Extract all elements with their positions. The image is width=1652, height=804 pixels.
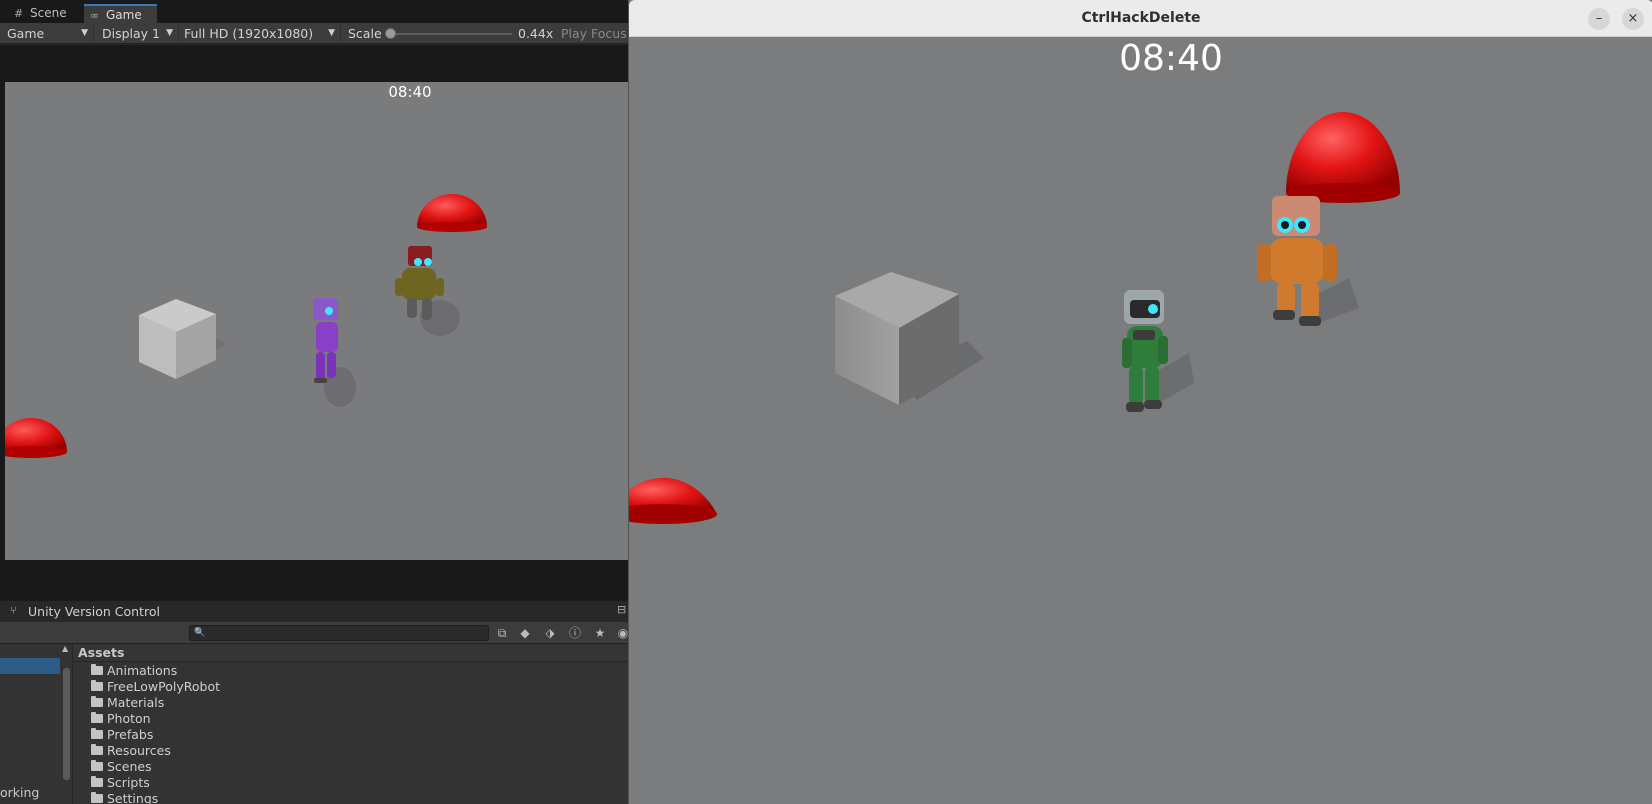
assets-title: Assets — [78, 645, 125, 660]
list-item[interactable]: Resources — [91, 743, 171, 759]
display-dropdown[interactable]: Display 1 ▼ — [99, 25, 179, 42]
tab-game[interactable]: ∞ Game — [84, 4, 157, 23]
tree-scrollbar[interactable] — [63, 668, 70, 780]
red-dome — [417, 194, 487, 232]
unity-editor: # Scene ∞ Game Game ▼ Display 1 ▼ Full HD … — [0, 0, 628, 804]
caret-down-icon: ▼ — [166, 28, 173, 38]
window-titlebar[interactable]: CtrlHackDelete – × — [629, 0, 1652, 37]
minimize-icon: – — [1595, 11, 1603, 26]
red-dome — [5, 418, 67, 458]
scale-slider-thumb[interactable] — [385, 28, 396, 39]
crate-box — [835, 272, 984, 405]
folder-label: Animations — [107, 663, 178, 678]
display-value: Display 1 — [102, 26, 161, 41]
robot-olive — [395, 246, 460, 336]
folder-icon — [91, 664, 103, 675]
scale-label: Scale — [348, 26, 382, 41]
resolution-dropdown[interactable]: Full HD (1920x1080) ▼ — [181, 25, 341, 42]
minimize-button[interactable]: – — [1588, 8, 1610, 30]
project-tree: ▲ orking — [0, 644, 72, 804]
game-mode-value: Game — [7, 26, 45, 41]
assets-header: Assets — [73, 644, 628, 662]
folder-label: Scripts — [107, 775, 150, 790]
game-viewport[interactable]: 08:40 — [629, 38, 1652, 804]
project-toolbar: 🔍 ⧉ ◆ ⬗ ⓘ ★ ◉ — [0, 622, 628, 644]
game-window: CtrlHackDelete – × 08:40 — [628, 0, 1652, 804]
robot-purple — [313, 298, 356, 407]
folder-label: FreeLowPolyRobot — [107, 679, 221, 694]
tab-scene-label: Scene — [30, 6, 67, 20]
close-icon: × — [1627, 11, 1639, 26]
crate-box — [139, 299, 225, 379]
create-icon[interactable]: ⧉ — [493, 625, 511, 641]
folder-label: Scenes — [107, 759, 152, 774]
scene-render — [629, 112, 1400, 524]
resolution-value: Full HD (1920x1080) — [184, 26, 314, 41]
scroll-up-icon[interactable]: ▲ — [62, 644, 68, 653]
list-item[interactable]: Materials — [91, 695, 164, 711]
scale-slider-track[interactable] — [390, 33, 512, 35]
scale-value: 0.44x — [518, 26, 554, 41]
robot-orange — [1257, 196, 1359, 326]
scene-render — [5, 194, 487, 458]
editor-tab-bar: # Scene ∞ Game — [0, 0, 628, 23]
folder-label: Photon — [107, 711, 151, 726]
caret-down-icon: ▼ — [328, 28, 335, 38]
branch-icon: ⑂ — [10, 604, 17, 617]
search-icon: 🔍 — [194, 628, 206, 638]
panel-menu-icon[interactable]: ⊟ — [617, 603, 626, 616]
game-view-toolbar: Game ▼ Display 1 ▼ Full HD (1920x1080) ▼… — [0, 23, 628, 44]
game-mode-dropdown[interactable]: Game ▼ — [4, 25, 94, 42]
asset-folder-list: Animations FreeLowPolyRobot Materials Ph… — [73, 662, 628, 804]
grid-icon: # — [14, 7, 24, 20]
log-icon[interactable]: ⓘ — [566, 625, 584, 641]
folder-label: Settings — [107, 791, 159, 804]
caret-down-icon: ▼ — [81, 28, 88, 38]
visibility-icon[interactable]: ◉ — [614, 625, 628, 641]
tab-scene[interactable]: # Scene — [8, 4, 84, 23]
list-item[interactable]: Prefabs — [91, 727, 153, 743]
tab-game-label: Game — [106, 8, 142, 22]
list-item[interactable]: Scripts — [91, 775, 150, 791]
tree-selected-item[interactable] — [0, 658, 60, 674]
list-item[interactable]: Settings — [91, 791, 158, 804]
filter-type-icon[interactable]: ◆ — [516, 625, 534, 641]
list-item[interactable]: Animations — [91, 663, 177, 679]
folder-label: Resources — [107, 743, 171, 758]
search-input[interactable]: 🔍 — [189, 625, 489, 641]
folder-label: Prefabs — [107, 727, 154, 742]
version-control-header: ⑂ Unity Version Control ⊟ — [0, 600, 628, 622]
red-dome — [629, 477, 717, 524]
label-icon[interactable]: ⬗ — [541, 625, 559, 641]
folder-icon — [91, 792, 103, 803]
tree-status-text: orking — [0, 785, 40, 800]
window-title: CtrlHackDelete — [1081, 10, 1201, 26]
folder-icon — [91, 696, 103, 707]
folder-icon — [91, 680, 103, 691]
robot-green — [1122, 290, 1194, 412]
folder-icon — [91, 776, 103, 787]
version-control-title[interactable]: Unity Version Control — [28, 604, 160, 619]
list-item[interactable]: Photon — [91, 711, 151, 727]
red-dome — [1286, 112, 1400, 203]
favorite-star-icon[interactable]: ★ — [591, 625, 609, 641]
folder-icon — [91, 760, 103, 771]
play-focus-dropdown[interactable]: Play Focus — [561, 25, 627, 42]
game-viewport[interactable]: 08:40 — [5, 82, 628, 560]
folder-icon — [91, 744, 103, 755]
close-button[interactable]: × — [1622, 8, 1644, 30]
folder-icon — [91, 712, 103, 723]
list-item[interactable]: Scenes — [91, 759, 152, 775]
list-item[interactable]: FreeLowPolyRobot — [91, 679, 220, 695]
folder-label: Materials — [107, 695, 165, 710]
game-view-area: 08:40 — [0, 45, 628, 600]
folder-icon — [91, 728, 103, 739]
